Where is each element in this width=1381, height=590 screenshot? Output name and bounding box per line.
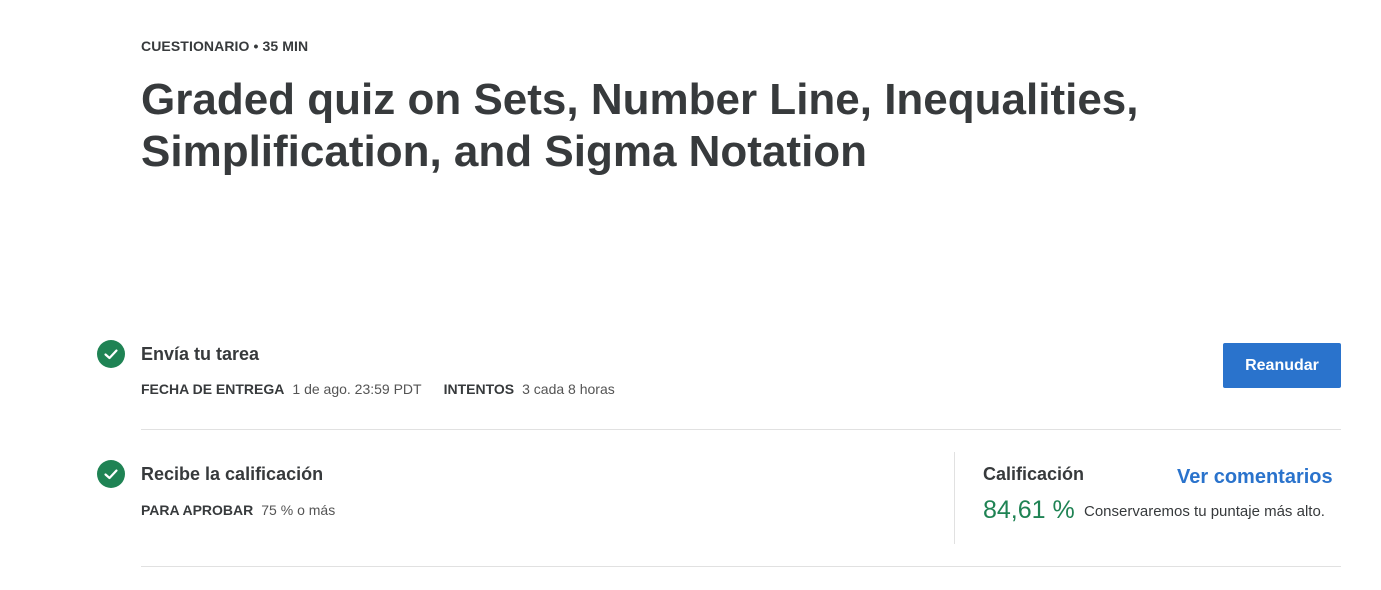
due-date-label: FECHA DE ENTREGA <box>141 381 285 397</box>
pass-label: PARA APROBAR <box>141 502 254 518</box>
bottom-divider <box>141 566 1341 567</box>
submit-status-icon <box>97 340 125 368</box>
attempts-value: 3 cada 8 horas <box>522 381 615 397</box>
due-date-value: 1 de ago. 23:59 PDT <box>292 381 422 397</box>
quiz-eyebrow: CUESTIONARIO • 35 MIN <box>141 38 309 54</box>
grade-panel-divider <box>954 452 955 544</box>
grade-value: 84,61 % <box>983 496 1075 524</box>
grade-label: Calificación <box>983 464 1085 484</box>
grade-step-meta: PARA APROBAR 75 % o más <box>141 502 335 518</box>
section-divider <box>141 429 1341 430</box>
resume-button[interactable]: Reanudar <box>1223 343 1341 388</box>
grade-step-title: Recibe la calificación <box>141 464 324 484</box>
attempts-label: INTENTOS <box>443 381 515 397</box>
grade-note: Conservaremos tu puntaje más alto. <box>1084 503 1325 520</box>
check-circle-icon <box>104 469 118 480</box>
pass-value: 75 % o más <box>261 502 336 518</box>
submit-step-meta: FECHA DE ENTREGA 1 de ago. 23:59 PDT INTEN… <box>141 381 615 397</box>
check-circle-icon <box>104 349 118 360</box>
view-feedback-link[interactable]: Ver comentarios <box>1177 466 1333 489</box>
page-title: Graded quiz on Sets, Number Line, Inequa… <box>141 75 1139 176</box>
grade-status-icon <box>97 460 125 488</box>
submit-step-title: Envía tu tarea <box>141 344 260 364</box>
